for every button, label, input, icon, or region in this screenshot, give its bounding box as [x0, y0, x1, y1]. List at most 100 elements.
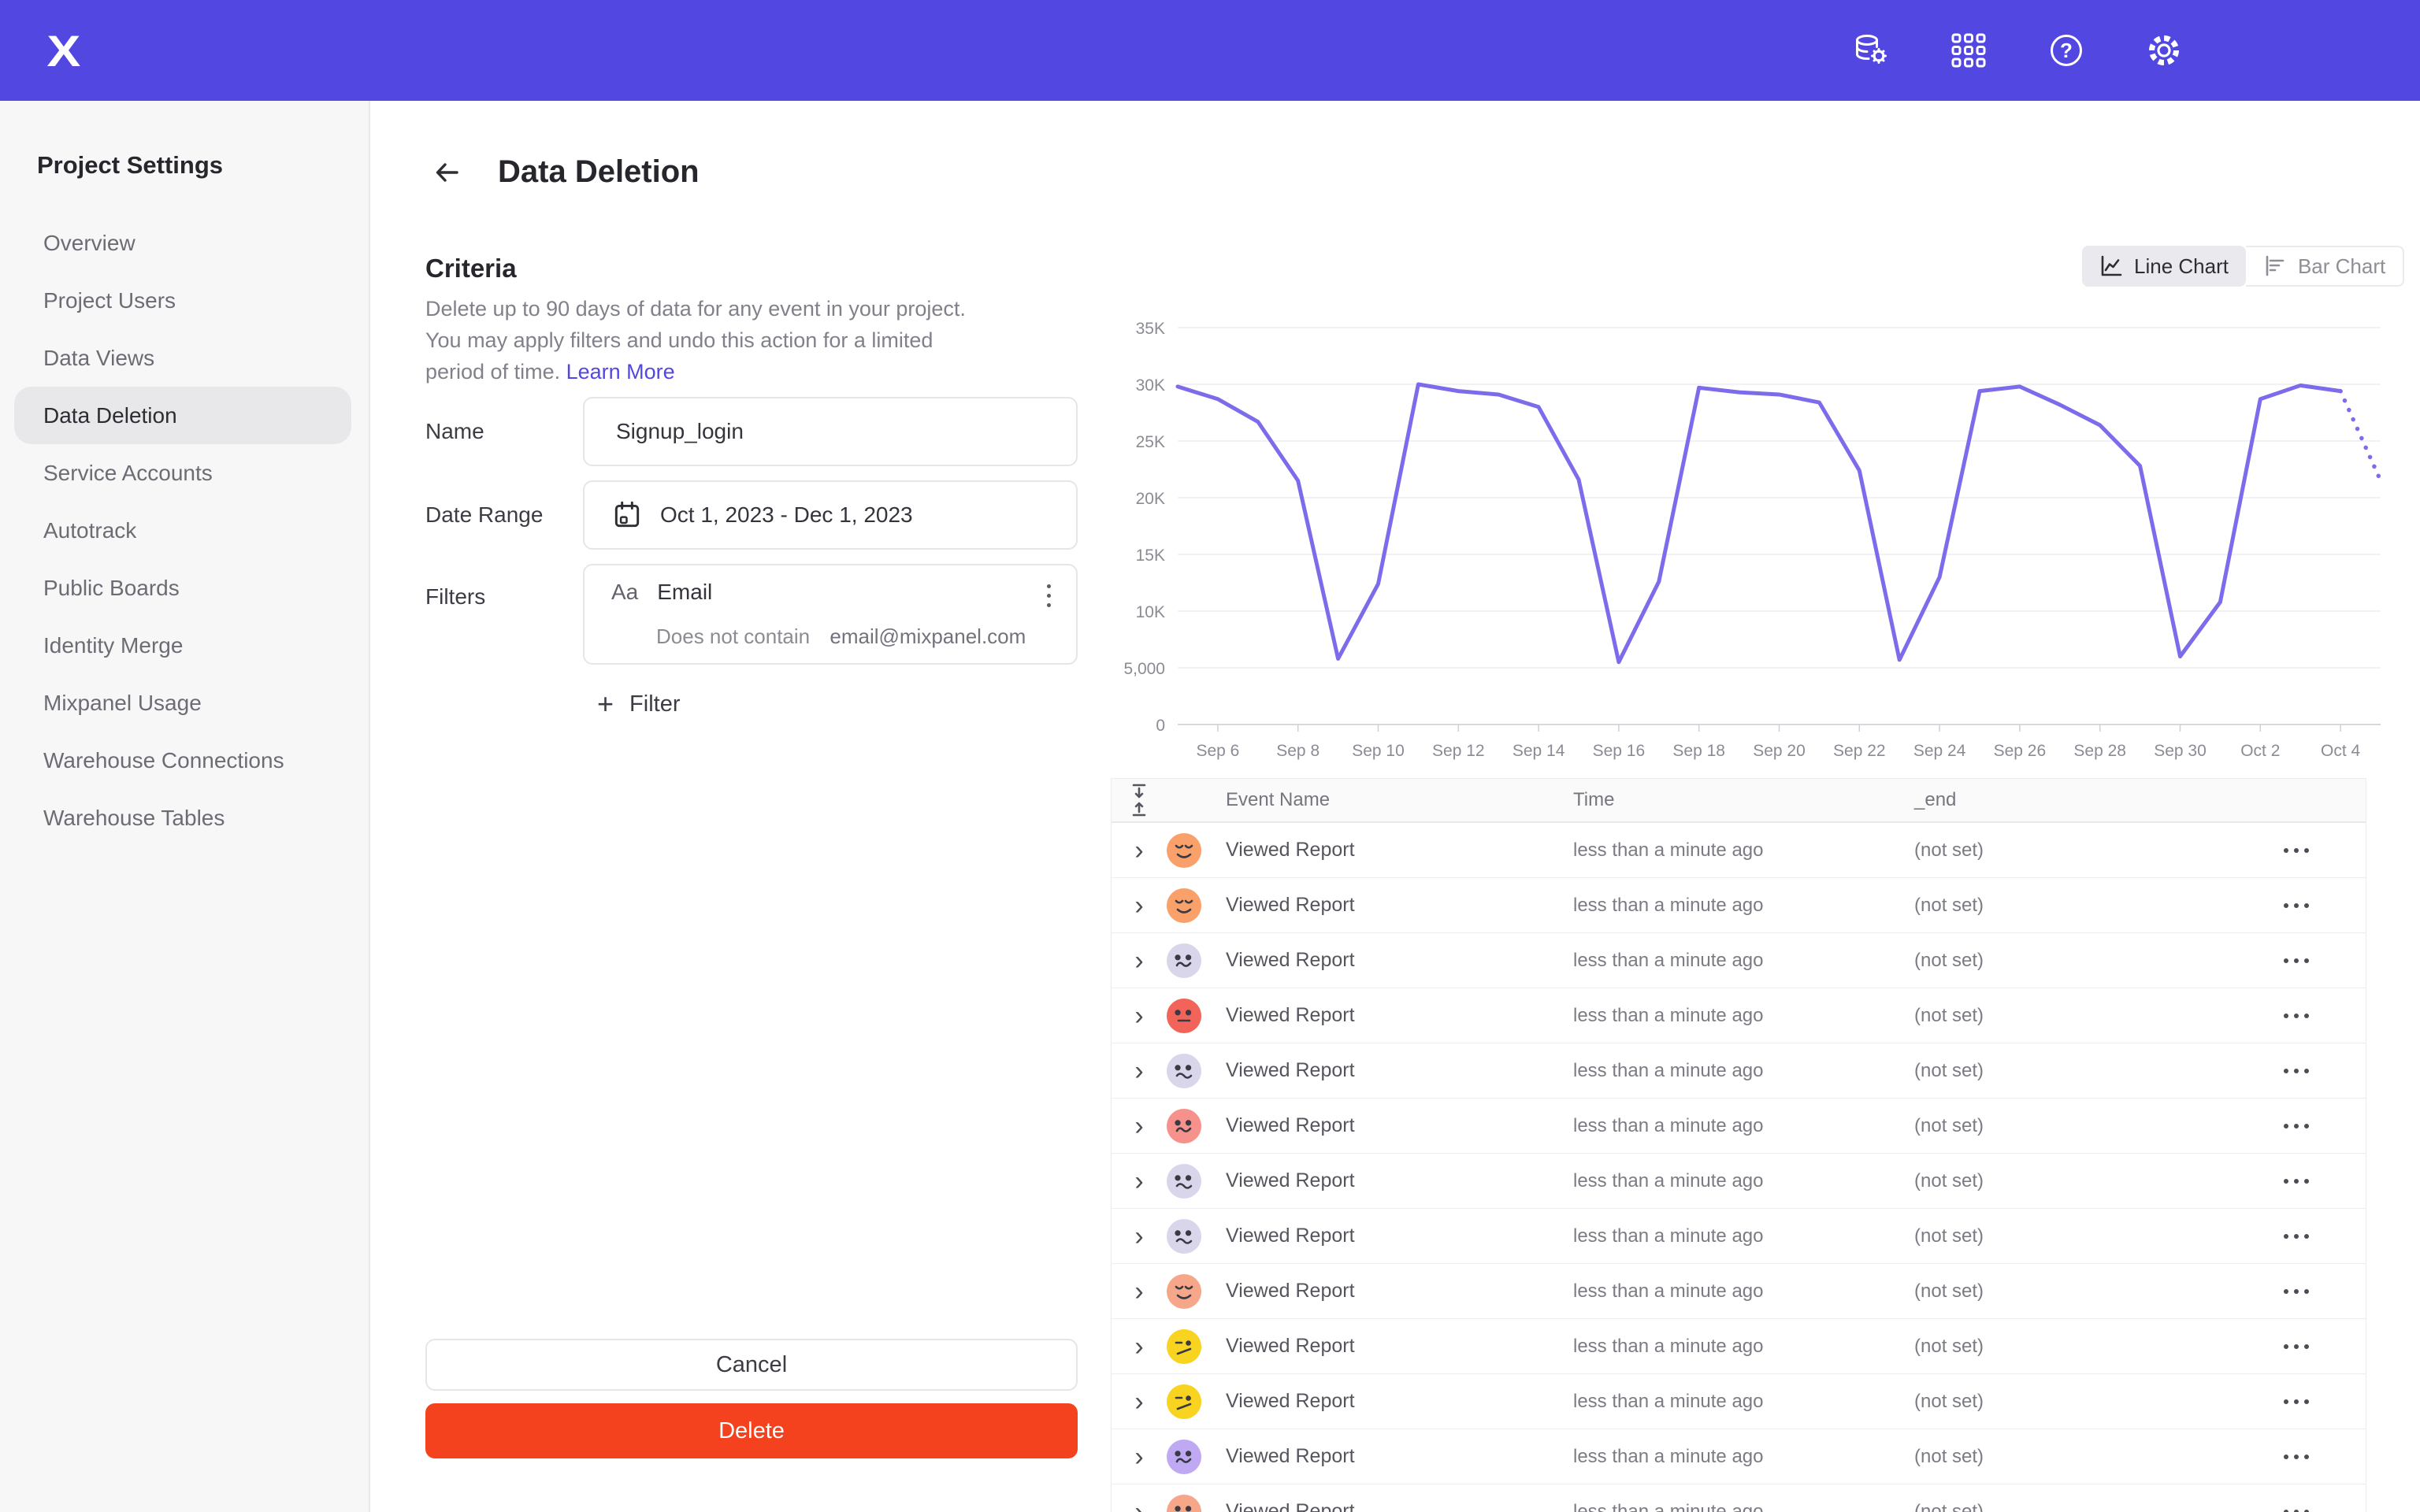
apps-grid-icon[interactable] [1949, 31, 1988, 70]
settings-sidebar: Project Settings OverviewProject UsersDa… [0, 101, 370, 1512]
row-expand-chevron[interactable]: › [1112, 1113, 1167, 1140]
end-cell: (not set) [1914, 1446, 2243, 1468]
row-expand-chevron[interactable]: › [1112, 837, 1167, 864]
add-filter-button[interactable]: + Filter [597, 690, 680, 718]
table-row[interactable]: › Viewed Report less than a minute ago (… [1112, 1264, 2366, 1319]
svg-text:25K: 25K [1136, 433, 1165, 451]
row-menu-icon[interactable] [2243, 903, 2366, 908]
row-menu-icon[interactable] [2243, 1344, 2366, 1349]
date-range-input[interactable]: Oct 1, 2023 - Dec 1, 2023 [583, 480, 1078, 550]
learn-more-link[interactable]: Learn More [566, 360, 675, 384]
table-row[interactable]: › Viewed Report less than a minute ago (… [1112, 1099, 2366, 1154]
data-settings-icon[interactable] [1851, 31, 1891, 70]
row-menu-icon[interactable] [2243, 1455, 2366, 1459]
row-menu-icon[interactable] [2243, 1234, 2366, 1239]
row-menu-icon[interactable] [2243, 958, 2366, 963]
help-icon[interactable]: ? [2047, 31, 2086, 70]
row-expand-chevron[interactable]: › [1112, 1223, 1167, 1250]
table-row[interactable]: › Viewed Report less than a minute ago (… [1112, 1043, 2366, 1099]
end-cell: (not set) [1914, 1280, 2243, 1303]
row-expand-chevron[interactable]: › [1112, 1499, 1167, 1512]
filter-card[interactable]: Aa Email Does not contain email@mixpanel… [583, 564, 1078, 665]
row-expand-chevron[interactable]: › [1112, 1333, 1167, 1360]
svg-text:Sep 22: Sep 22 [1833, 742, 1886, 760]
sidebar-item[interactable]: Data Deletion [14, 387, 351, 444]
events-line-chart[interactable]: 05,00010K15K20K25K30K35KSep 6Sep 8Sep 10… [1101, 302, 2401, 767]
row-menu-icon[interactable] [2243, 1510, 2366, 1512]
sidebar-item[interactable]: Warehouse Tables [14, 789, 351, 847]
property-type-badge: Aa [611, 580, 638, 605]
date-range-label: Date Range [425, 502, 543, 528]
row-expand-chevron[interactable]: › [1112, 1443, 1167, 1470]
name-label: Name [425, 419, 484, 444]
row-menu-icon[interactable] [2243, 1399, 2366, 1404]
table-row[interactable]: › Viewed Report less than a minute ago (… [1112, 1374, 2366, 1429]
filter-operator[interactable]: Does not contain [656, 624, 810, 648]
time-cell: less than a minute ago [1573, 1060, 1914, 1082]
user-avatar [1167, 943, 1201, 978]
svg-text:Sep 24: Sep 24 [1913, 742, 1966, 760]
time-cell: less than a minute ago [1573, 1170, 1914, 1192]
row-expand-chevron[interactable]: › [1112, 892, 1167, 919]
end-cell: (not set) [1914, 1060, 2243, 1082]
settings-gear-icon[interactable] [2144, 31, 2184, 70]
line-chart-icon [2099, 254, 2123, 278]
filter-value[interactable]: email@mixpanel.com [830, 624, 1026, 648]
cancel-button[interactable]: Cancel [425, 1339, 1078, 1391]
row-expand-chevron[interactable]: › [1112, 1388, 1167, 1415]
row-expand-chevron[interactable]: › [1112, 1168, 1167, 1195]
column-header-event-name[interactable]: Event Name [1226, 789, 1573, 811]
table-row[interactable]: › Viewed Report less than a minute ago (… [1112, 1209, 2366, 1264]
table-row[interactable]: › Viewed Report less than a minute ago (… [1112, 988, 2366, 1043]
sidebar-item[interactable]: Service Accounts [14, 444, 351, 502]
svg-text:Oct 2: Oct 2 [2240, 742, 2280, 760]
row-menu-icon[interactable] [2243, 848, 2366, 853]
sort-icon[interactable] [1112, 783, 1167, 817]
row-expand-chevron[interactable]: › [1112, 1002, 1167, 1029]
time-cell: less than a minute ago [1573, 1446, 1914, 1468]
table-row[interactable]: › Viewed Report less than a minute ago (… [1112, 823, 2366, 878]
name-input[interactable]: Signup_login [583, 397, 1078, 466]
sidebar-item[interactable]: Public Boards [14, 559, 351, 617]
criteria-heading: Criteria [425, 254, 517, 284]
filters-label: Filters [425, 584, 485, 610]
svg-text:Sep 16: Sep 16 [1593, 742, 1646, 760]
svg-text:Oct 4: Oct 4 [2321, 742, 2361, 760]
sidebar-item[interactable]: Project Users [14, 272, 351, 329]
row-expand-chevron[interactable]: › [1112, 1278, 1167, 1305]
table-row[interactable]: › Viewed Report less than a minute ago (… [1112, 1319, 2366, 1374]
table-row[interactable]: › Viewed Report less than a minute ago (… [1112, 1429, 2366, 1484]
back-arrow-icon[interactable] [432, 157, 463, 188]
row-expand-chevron[interactable]: › [1112, 1058, 1167, 1084]
table-row[interactable]: › Viewed Report less than a minute ago (… [1112, 1154, 2366, 1209]
user-avatar [1167, 1329, 1201, 1364]
row-menu-icon[interactable] [2243, 1014, 2366, 1018]
sidebar-item[interactable]: Data Views [14, 329, 351, 387]
bar-chart-toggle[interactable]: Bar Chart [2246, 246, 2404, 287]
row-menu-icon[interactable] [2243, 1069, 2366, 1073]
row-menu-icon[interactable] [2243, 1289, 2366, 1294]
sidebar-item[interactable]: Autotrack [14, 502, 351, 559]
topbar-actions: ? [1851, 31, 2184, 70]
column-header-end[interactable]: _end [1914, 789, 2243, 811]
time-cell: less than a minute ago [1573, 1336, 1914, 1358]
sidebar-item[interactable]: Mixpanel Usage [14, 674, 351, 732]
row-expand-chevron[interactable]: › [1112, 947, 1167, 974]
column-header-time[interactable]: Time [1573, 789, 1914, 811]
sidebar-item[interactable]: Warehouse Connections [14, 732, 351, 789]
sidebar-item[interactable]: Identity Merge [14, 617, 351, 674]
row-menu-icon[interactable] [2243, 1124, 2366, 1128]
event-name-cell: Viewed Report [1226, 894, 1573, 917]
table-row[interactable]: › Viewed Report less than a minute ago (… [1112, 933, 2366, 988]
event-name-cell: Viewed Report [1226, 1169, 1573, 1192]
end-cell: (not set) [1914, 1336, 2243, 1358]
table-row[interactable]: › Viewed Report less than a minute ago (… [1112, 878, 2366, 933]
sidebar-item[interactable]: Overview [14, 214, 351, 272]
page-header: Data Deletion [432, 154, 700, 190]
delete-button[interactable]: Delete [425, 1403, 1078, 1458]
filter-menu-icon[interactable] [1041, 580, 1057, 612]
line-chart-toggle[interactable]: Line Chart [2082, 246, 2246, 287]
table-row[interactable]: › Viewed Report less than a minute ago (… [1112, 1484, 2366, 1512]
row-menu-icon[interactable] [2243, 1179, 2366, 1184]
mixpanel-logo[interactable]: X [46, 25, 79, 76]
